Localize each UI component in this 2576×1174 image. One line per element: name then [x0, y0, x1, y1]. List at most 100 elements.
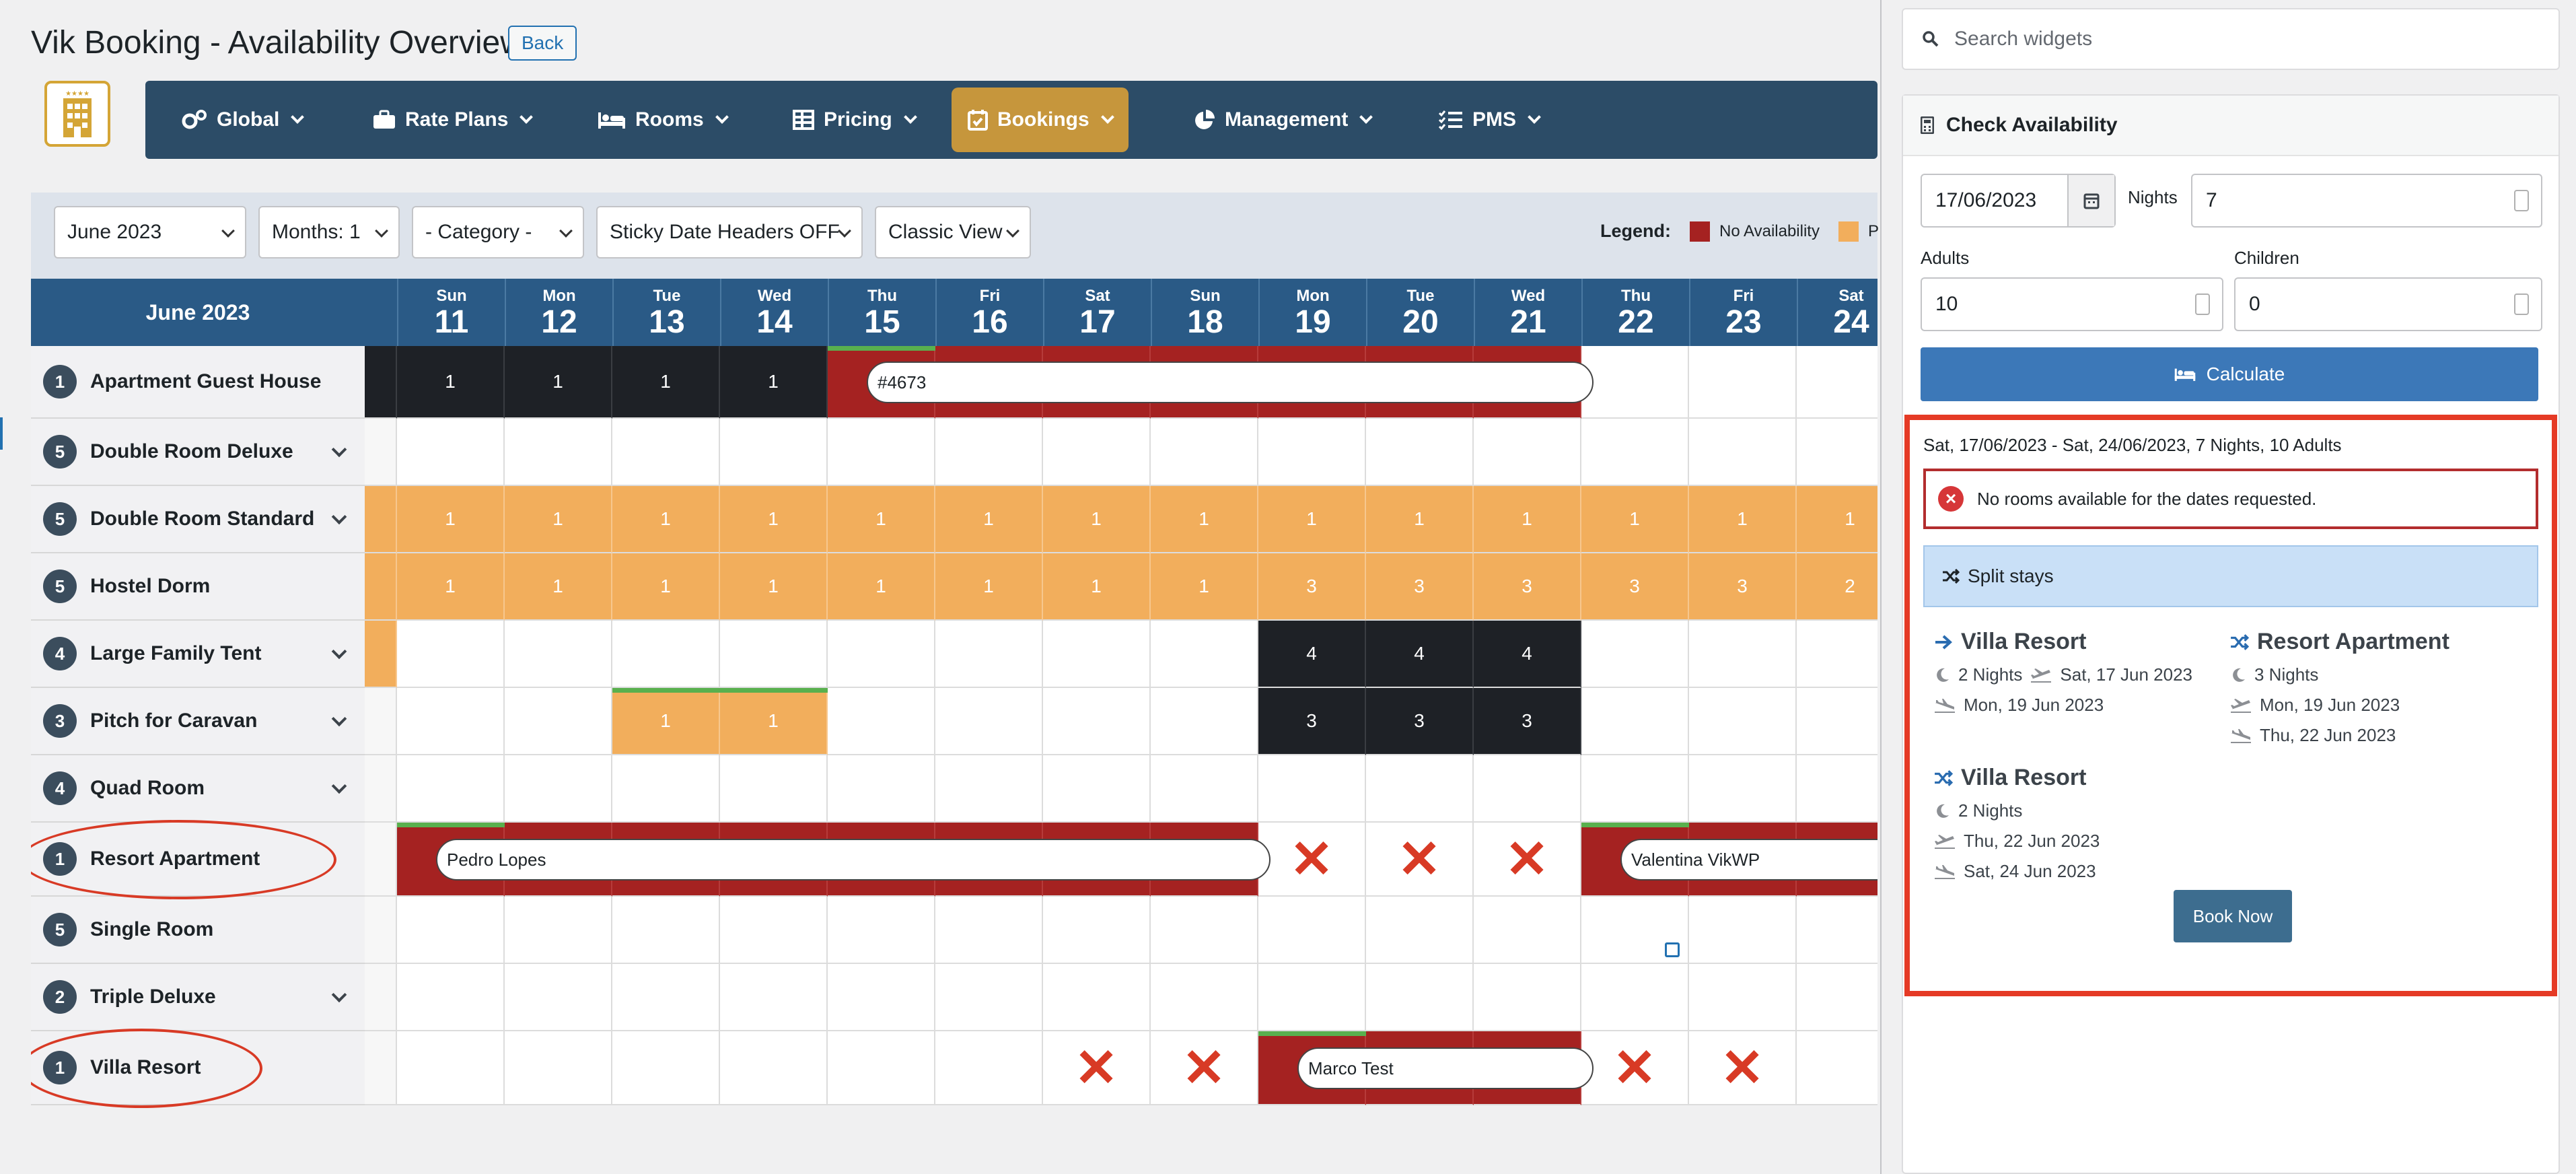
calendar-cell[interactable]: 3 [1366, 688, 1474, 755]
calendar-cell[interactable] [828, 621, 935, 688]
calendar-cell[interactable] [1151, 419, 1258, 486]
calendar-cell[interactable] [1581, 964, 1689, 1031]
calendar-cell[interactable] [1043, 964, 1151, 1031]
calendar-cell[interactable] [1689, 621, 1797, 688]
calendar-cell[interactable]: ✕ [1258, 823, 1366, 897]
calendar-cell[interactable] [935, 621, 1043, 688]
calendar-cell[interactable]: 3 [1581, 553, 1689, 621]
calendar-cell[interactable] [1581, 621, 1689, 688]
months-count-select[interactable]: Months: 1 [258, 206, 400, 258]
adults-input[interactable]: 10 [1921, 277, 2223, 331]
calendar-cell[interactable] [612, 897, 720, 964]
calendar-cell[interactable]: 3 [1366, 553, 1474, 621]
calendar-cell[interactable] [1474, 419, 1581, 486]
calendar-cell[interactable] [612, 1031, 720, 1105]
calendar-cell[interactable]: 1 [935, 553, 1043, 621]
calendar-cell[interactable]: ✕ [1043, 1031, 1151, 1105]
calendar-cell[interactable] [935, 964, 1043, 1031]
calendar-cell[interactable] [1797, 755, 1877, 823]
calendar-cell[interactable] [505, 1031, 612, 1105]
children-input[interactable]: 0 [2234, 277, 2542, 331]
calendar-cell[interactable]: 3 [1474, 688, 1581, 755]
calendar-cell[interactable] [1366, 897, 1474, 964]
calendar-cell[interactable] [1689, 755, 1797, 823]
nav-pricing[interactable]: Pricing [777, 88, 931, 152]
calendar-cell[interactable]: 1 [720, 486, 828, 553]
calendar-cell[interactable] [1043, 419, 1151, 486]
calendar-cell[interactable] [1797, 621, 1877, 688]
calendar-cell[interactable] [1797, 964, 1877, 1031]
calendar-cell[interactable]: 1 [612, 486, 720, 553]
calendar-cell[interactable] [935, 897, 1043, 964]
calendar-cell[interactable]: 1 [1043, 486, 1151, 553]
calendar-cell[interactable] [1797, 897, 1877, 964]
nav-management[interactable]: Management [1178, 88, 1387, 152]
calendar-cell[interactable] [828, 419, 935, 486]
booking-pill[interactable]: Valentina VikWP [1620, 839, 1877, 880]
calendar-cell[interactable] [612, 621, 720, 688]
calendar-cell[interactable]: 1 [505, 346, 612, 419]
calendar-cell[interactable]: 3 [1258, 553, 1366, 621]
chevron-down-icon[interactable] [331, 778, 347, 794]
calendar-cell[interactable]: 3 [1474, 553, 1581, 621]
back-button[interactable]: Back [508, 26, 577, 61]
calendar-cell[interactable] [828, 688, 935, 755]
nav-global[interactable]: Global [166, 88, 318, 152]
calendar-cell[interactable] [397, 621, 505, 688]
calendar-cell[interactable] [1366, 964, 1474, 1031]
room-row-label[interactable]: 4 Quad Room [31, 755, 365, 823]
calendar-cell[interactable] [397, 688, 505, 755]
calendar-cell[interactable] [397, 755, 505, 823]
calendar-cell[interactable]: 1 [1689, 486, 1797, 553]
calendar-cell[interactable]: 2 [1797, 553, 1877, 621]
calendar-cell[interactable] [828, 964, 935, 1031]
calendar-cell[interactable] [397, 419, 505, 486]
calendar-cell[interactable]: ✕ [1474, 823, 1581, 897]
calendar-cell[interactable] [1366, 755, 1474, 823]
category-select[interactable]: - Category - [412, 206, 584, 258]
calendar-cell[interactable]: 1 [1151, 486, 1258, 553]
calendar-cell[interactable]: 1 [1366, 486, 1474, 553]
sticky-headers-select[interactable]: Sticky Date Headers OFF [596, 206, 863, 258]
calendar-cell[interactable] [505, 755, 612, 823]
room-row-label[interactable]: 1 Apartment Guest House [31, 346, 365, 419]
checkin-date-input[interactable]: 17/06/2023 [1921, 174, 2116, 228]
calendar-cell[interactable] [1581, 688, 1689, 755]
calendar-cell[interactable] [720, 419, 828, 486]
room-row-label[interactable]: 4 Large Family Tent [31, 621, 365, 688]
calendar-cell[interactable] [1151, 897, 1258, 964]
calendar-cell[interactable] [720, 964, 828, 1031]
stepper-icon[interactable] [2195, 294, 2210, 315]
calendar-cell[interactable]: 1 [828, 486, 935, 553]
calendar-cell[interactable] [828, 1031, 935, 1105]
calendar-cell[interactable] [935, 688, 1043, 755]
calendar-cell[interactable] [1151, 755, 1258, 823]
calendar-cell[interactable] [1151, 621, 1258, 688]
calendar-cell[interactable]: ✕ [1366, 823, 1474, 897]
nav-bookings[interactable]: Bookings [952, 88, 1129, 152]
calendar-cell[interactable]: 1 [1581, 486, 1689, 553]
calendar-icon[interactable] [2067, 175, 2114, 226]
calendar-cell[interactable]: ✕ [1689, 1031, 1797, 1105]
calendar-cell[interactable]: 4 [1258, 621, 1366, 688]
stepper-icon[interactable] [2514, 190, 2529, 211]
calendar-cell[interactable]: 4 [1474, 621, 1581, 688]
chevron-down-icon[interactable] [331, 509, 347, 525]
calendar-cell[interactable]: 1 [505, 486, 612, 553]
calendar-cell[interactable] [1797, 688, 1877, 755]
calendar-cell[interactable] [720, 897, 828, 964]
calendar-cell[interactable] [828, 755, 935, 823]
stepper-icon[interactable] [2514, 294, 2529, 315]
calendar-cell[interactable]: 1 [1258, 486, 1366, 553]
calendar-cell[interactable] [1258, 897, 1366, 964]
calendar-cell[interactable] [1797, 346, 1877, 419]
calendar-cell[interactable] [1258, 964, 1366, 1031]
calendar-cell[interactable]: ✕ [1581, 1031, 1689, 1105]
calendar-cell[interactable] [1258, 419, 1366, 486]
room-row-label[interactable]: 5 Double Room Standard [31, 486, 365, 553]
calendar-cell[interactable]: 1 [1043, 553, 1151, 621]
calendar-cell[interactable]: 1 [505, 553, 612, 621]
calendar-cell[interactable]: ✕ [1151, 1031, 1258, 1105]
search-widgets[interactable]: Search widgets [1902, 8, 2560, 70]
calendar-cell[interactable] [1581, 419, 1689, 486]
